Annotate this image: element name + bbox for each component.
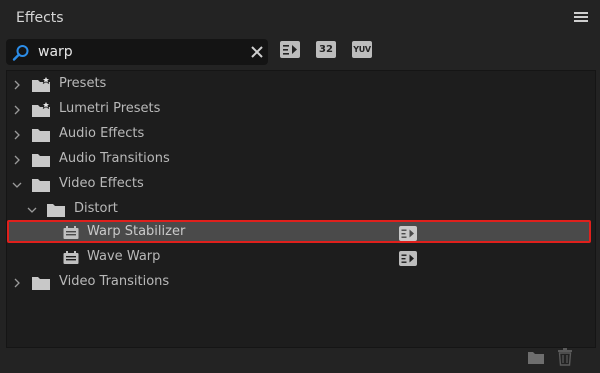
chevron-right-icon[interactable] <box>12 105 22 115</box>
tree-item-video-effects[interactable]: Video Effects <box>7 173 593 197</box>
effect-icon <box>63 226 79 239</box>
chevron-right-icon[interactable] <box>12 155 22 165</box>
search-input[interactable] <box>38 42 238 62</box>
tree-item-label: Presets <box>59 76 107 91</box>
32-bit-icon: 32 <box>316 41 336 58</box>
tree-item-label: Distort <box>74 201 118 216</box>
tree-item-label: Video Effects <box>59 176 144 191</box>
32-bit-filter-button[interactable]: 32 <box>316 41 338 61</box>
tree-item-audio-effects[interactable]: Audio Effects <box>7 123 593 147</box>
tree-item-label: Lumetri Presets <box>59 101 161 116</box>
accelerated-effects-icon <box>399 226 417 241</box>
clear-search-icon[interactable] <box>249 44 265 60</box>
panel-title: Effects <box>16 10 64 26</box>
chevron-right-icon[interactable] <box>12 80 22 90</box>
panel-header: Effects <box>0 0 600 36</box>
folder-icon <box>32 129 50 142</box>
folder-icon <box>32 154 50 167</box>
accelerated-effects-icon <box>399 251 417 266</box>
panel-menu-icon[interactable] <box>574 10 588 26</box>
tree-item-label: Wave Warp <box>87 249 161 264</box>
search-bar <box>6 39 268 65</box>
effects-panel: Effects 32 YUV <box>0 0 600 373</box>
yuv-filter-button[interactable]: YUV <box>352 41 374 61</box>
chevron-right-icon[interactable] <box>12 278 22 288</box>
tree-item-distort[interactable]: Distort <box>7 198 593 222</box>
folder-icon <box>32 277 50 290</box>
folder-star-icon <box>32 76 51 92</box>
tree-item-label: Audio Transitions <box>59 151 170 166</box>
new-folder-icon[interactable] <box>527 347 545 367</box>
chevron-right-icon[interactable] <box>12 130 22 140</box>
folder-icon <box>32 179 50 192</box>
yuv-icon: YUV <box>352 41 372 58</box>
tree-item-label: Warp Stabilizer <box>87 224 186 239</box>
tree-item-label: Video Transitions <box>59 274 170 289</box>
accelerated-effects-icon <box>280 41 300 58</box>
tree-item-presets[interactable]: Presets <box>7 73 593 97</box>
trash-icon[interactable] <box>557 347 573 367</box>
tree-item-lumetri-presets[interactable]: Lumetri Presets <box>7 98 593 122</box>
folder-star-icon <box>32 101 51 117</box>
folder-icon <box>47 204 65 217</box>
search-icon <box>12 45 29 61</box>
tree-item-wave-warp[interactable]: Wave Warp <box>7 246 593 270</box>
tree-item-video-transitions[interactable]: Video Transitions <box>7 271 593 295</box>
chevron-down-icon[interactable] <box>27 205 37 215</box>
tree-item-audio-transitions[interactable]: Audio Transitions <box>7 148 593 172</box>
accelerated-effects-filter-button[interactable] <box>280 41 302 61</box>
effect-icon <box>63 251 79 264</box>
chevron-down-icon[interactable] <box>12 180 22 190</box>
effects-tree: Presets Lumetri Presets Audio Effects Au… <box>6 70 596 348</box>
tree-item-label: Audio Effects <box>59 126 145 141</box>
tree-item-warp-stabilizer[interactable]: Warp Stabilizer <box>7 221 593 245</box>
